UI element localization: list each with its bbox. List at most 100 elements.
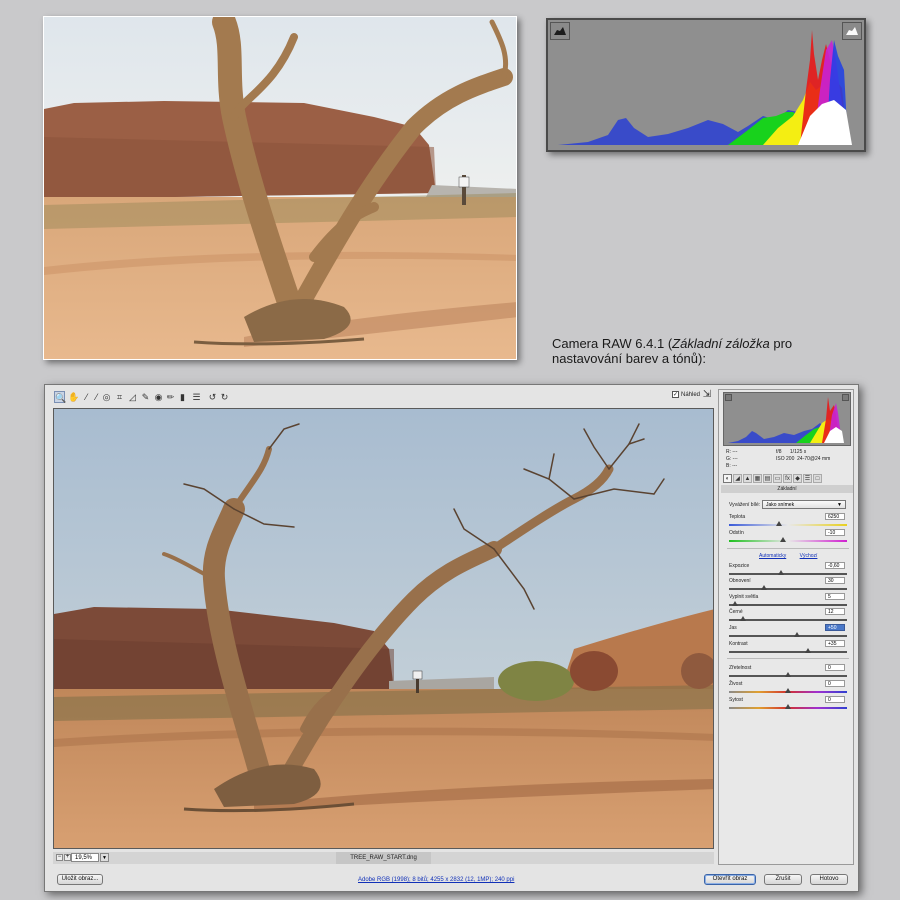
graduated-filter-icon[interactable]: ▮	[177, 391, 188, 403]
reference-photo	[43, 16, 517, 360]
slider-thumb[interactable]	[785, 704, 791, 709]
zoom-in-button[interactable]: +	[64, 854, 71, 861]
slider-thumb[interactable]	[785, 672, 791, 677]
slider-track[interactable]	[729, 524, 847, 526]
basic-icon[interactable]: ◐	[723, 474, 732, 483]
slider-label: Jas	[729, 625, 737, 631]
preview-toggle[interactable]: ✓ Náhled	[672, 391, 700, 398]
caption-emphasis: Základní záložka	[672, 336, 770, 351]
divider	[727, 658, 849, 659]
red-eye-icon[interactable]: ◉	[153, 391, 164, 403]
blue-readout: B: ---	[726, 463, 738, 469]
target-adjust-icon[interactable]: ◎	[101, 391, 112, 403]
slider-value-input[interactable]: +35	[825, 640, 845, 647]
panel-tabs: ◐ ◢ ▲ ▦ ▤ ▭ fx ◆ ☰ □	[721, 474, 853, 483]
slider-thumb[interactable]	[731, 601, 738, 606]
adjustment-brush-icon[interactable]: ✏	[165, 391, 176, 403]
shadow-clip-icon[interactable]	[725, 394, 732, 401]
slider-kontrast: Kontrast +35	[729, 640, 849, 656]
hsl-icon[interactable]: ▦	[753, 474, 762, 483]
exif-info: f/8 1/125 s ISO 200 24-70@24 mm	[776, 449, 830, 463]
slider-value-input[interactable]: 5	[825, 593, 845, 600]
slider-label: Sytost	[729, 697, 743, 703]
cancel-button[interactable]: Zrušit	[764, 874, 802, 885]
zoom-dropdown-icon[interactable]: ▼	[100, 853, 109, 862]
slider-track[interactable]	[729, 573, 847, 575]
slider-value-input[interactable]: -10	[825, 529, 845, 536]
save-image-button[interactable]: Uložit obraz...	[57, 874, 103, 885]
slider-obnoveni: Obnovení 30	[729, 577, 849, 593]
zoom-out-button[interactable]: −	[56, 854, 63, 861]
lens: 24-70@24 mm	[797, 456, 831, 462]
slider-value-input[interactable]: 0	[825, 680, 845, 687]
shadow-clipping-button[interactable]	[550, 22, 570, 40]
shadow-clip-icon	[554, 27, 566, 35]
workflow-options-link[interactable]: Adobe RGB (1998); 8 bitů; 4255 x 2832 (1…	[358, 877, 514, 883]
slider-track[interactable]	[729, 635, 847, 637]
fullscreen-icon[interactable]: ⇲	[701, 389, 713, 401]
snapshots-icon[interactable]: □	[813, 474, 822, 483]
slider-label: Vyplnit světla	[729, 594, 759, 600]
slider-thumb[interactable]	[761, 585, 768, 590]
slider-value-input[interactable]: 30	[825, 577, 845, 584]
done-button[interactable]: Hotovo	[810, 874, 848, 885]
zoom-icon[interactable]: 🔍	[54, 391, 66, 403]
white-balance-label: Vyvážení bílé:	[729, 502, 761, 508]
slider-track[interactable]	[729, 619, 847, 621]
slider-thumb[interactable]	[775, 521, 782, 526]
slider-value-input[interactable]: 12	[825, 608, 845, 615]
default-link[interactable]: Výchozí	[800, 553, 818, 559]
toolbar: 🔍 ✋ ⁄ ⁄ ◎ ⌗ ◿ ✎ ◉ ✏ ▮ ☰ ↺ ↻	[51, 389, 714, 407]
spot-removal-icon[interactable]: ✎	[140, 391, 151, 403]
caption: Camera RAW 6.4.1 (Základní záložka pro n…	[552, 336, 852, 366]
preferences-icon[interactable]: ☰	[191, 391, 202, 403]
zoom-level[interactable]: 19,5%	[71, 853, 99, 862]
straighten-icon[interactable]: ◿	[127, 391, 138, 403]
slider-cerne: Černé 12	[729, 608, 849, 624]
slider-track[interactable]	[729, 604, 847, 606]
slider-thumb[interactable]	[805, 648, 812, 653]
slider-value-input[interactable]: 0	[825, 664, 845, 671]
adjustments-panel: R: --- G: --- B: --- f/8 1/125 s ISO 200…	[718, 389, 854, 865]
slider-value-input[interactable]: +50	[825, 624, 845, 631]
crop-icon[interactable]: ⌗	[114, 391, 125, 403]
slider-label: Černé	[729, 609, 743, 615]
slider-thumb[interactable]	[785, 688, 791, 693]
slider-value-input[interactable]: 6250	[825, 513, 845, 520]
slider-label: Odstín	[729, 530, 744, 536]
rotate-left-icon[interactable]: ↺	[207, 391, 218, 403]
preview-checkbox[interactable]: ✓	[672, 391, 679, 398]
slider-thumb[interactable]	[794, 632, 801, 637]
highlight-clip-icon[interactable]	[842, 394, 849, 401]
slider-thumb[interactable]	[740, 616, 747, 621]
highlight-clipping-button[interactable]	[842, 22, 862, 40]
camera-calibration-icon[interactable]: ◆	[793, 474, 802, 483]
slider-value-input[interactable]: -0,60	[825, 562, 845, 569]
rotate-right-icon[interactable]: ↻	[219, 391, 230, 403]
slider-jas: Jas +50	[729, 624, 849, 640]
fx-icon[interactable]: fx	[783, 474, 792, 483]
status-bar: − + 19,5% ▼ TREE_RAW_START.dng	[53, 852, 714, 864]
slider-track[interactable]	[729, 540, 847, 542]
bottom-bar: Uložit obraz... Adobe RGB (1998); 8 bitů…	[45, 869, 858, 891]
histogram-large	[546, 18, 866, 152]
white-balance-select[interactable]: Jako snímek ▼	[762, 500, 846, 509]
tone-curve-icon[interactable]: ◢	[733, 474, 742, 483]
aperture: f/8	[776, 449, 782, 455]
slider-zivost: Živost 0	[729, 680, 849, 696]
slider-value-input[interactable]: 0	[825, 696, 845, 703]
slider-thumb[interactable]	[777, 570, 784, 575]
open-image-button[interactable]: Otevřít obraz	[704, 874, 756, 885]
image-preview[interactable]	[53, 408, 714, 849]
slider-track[interactable]	[729, 588, 847, 590]
auto-link[interactable]: Automaticky	[759, 553, 786, 559]
slider-track[interactable]	[729, 651, 847, 653]
iso: ISO 200	[776, 456, 795, 462]
detail-icon[interactable]: ▲	[743, 474, 752, 483]
presets-icon[interactable]: ☰	[803, 474, 812, 483]
histogram-small	[723, 392, 851, 446]
hand-icon[interactable]: ✋	[68, 391, 79, 403]
slider-thumb[interactable]	[780, 537, 787, 542]
lens-icon[interactable]: ▭	[773, 474, 782, 483]
split-toning-icon[interactable]: ▤	[763, 474, 772, 483]
